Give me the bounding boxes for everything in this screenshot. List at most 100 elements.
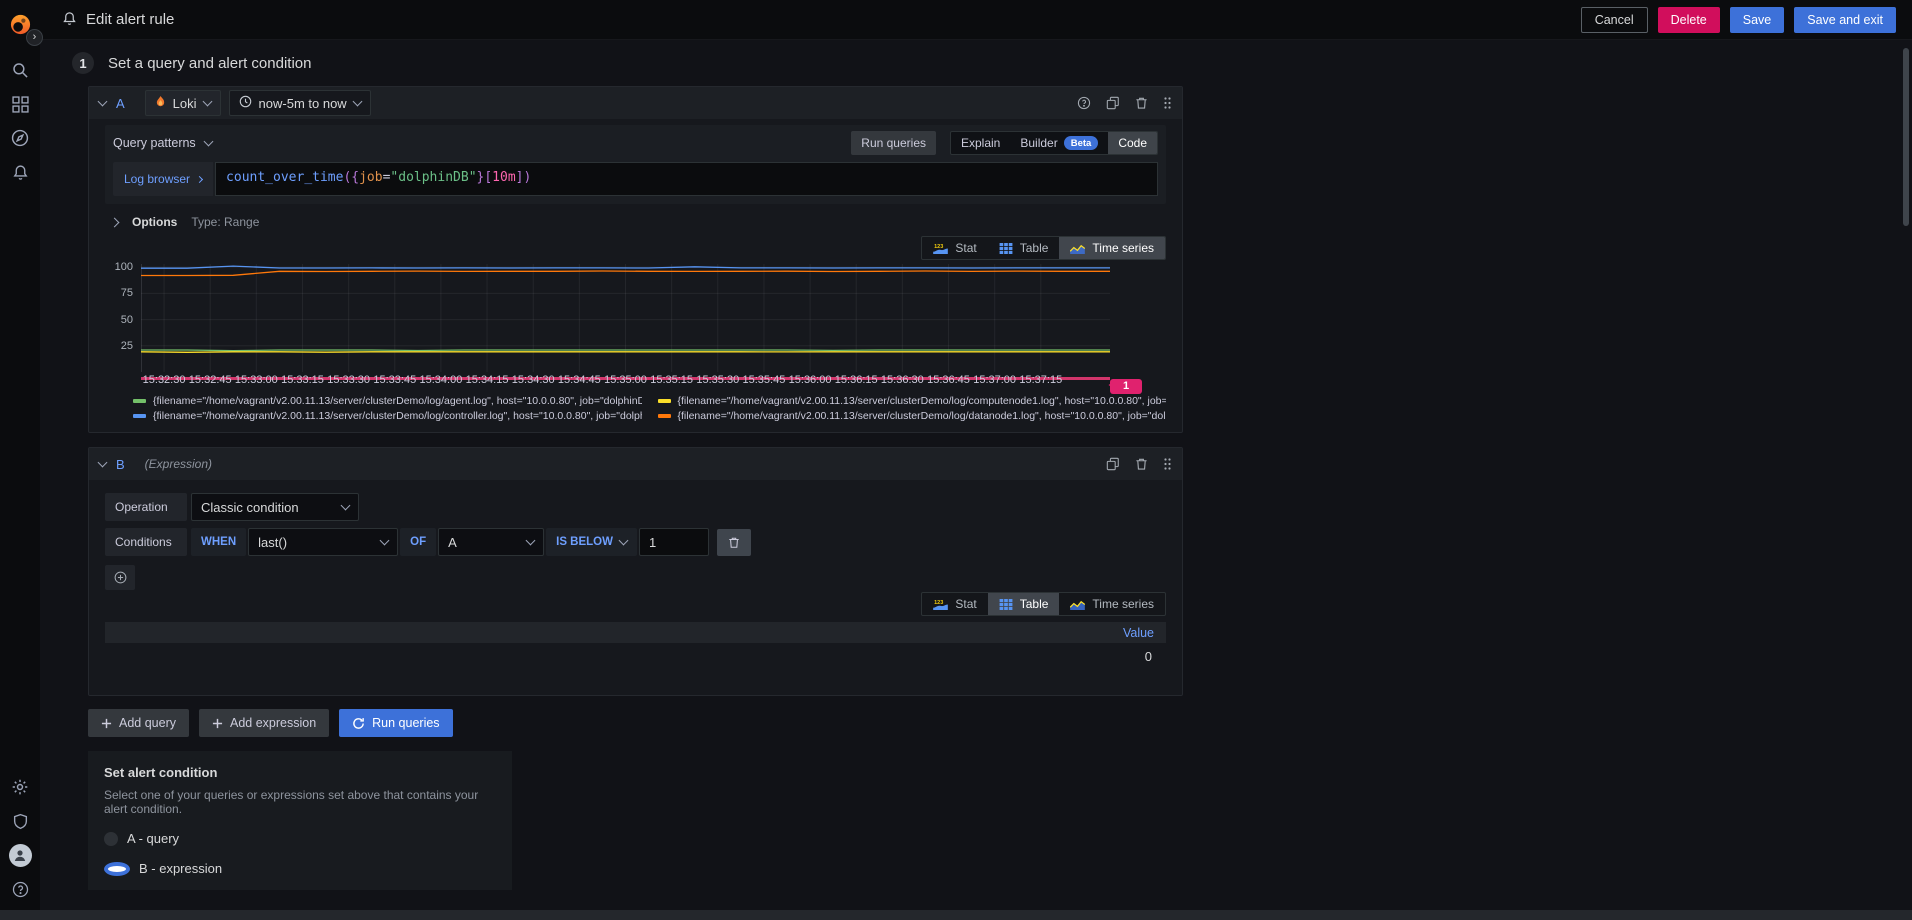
query-a-header: A Loki now-5m to now — [89, 87, 1182, 119]
editor-mode-explain[interactable]: Explain — [951, 132, 1010, 154]
x-axis-tick: 15:33:45 — [373, 374, 417, 386]
query-patterns-dropdown[interactable]: Query patterns — [113, 136, 214, 150]
sidebar-expand-button[interactable]: › — [26, 29, 43, 46]
topbar: Edit alert rule Cancel Delete Save Save … — [40, 0, 1912, 40]
view-stat-button[interactable]: 123 Stat — [922, 237, 987, 259]
radio-selected-icon[interactable] — [104, 861, 130, 876]
radio-unselected-icon[interactable] — [104, 831, 118, 846]
remove-condition-button[interactable] — [717, 528, 751, 556]
query-expression[interactable]: count_over_time({job="dolphinDB"}[10m]) — [215, 162, 1158, 196]
y-axis: 25 50 75 100 — [105, 261, 141, 372]
collapse-icon[interactable] — [97, 457, 108, 467]
editor-mode-switch: Explain Builder Beta Code — [950, 131, 1158, 155]
code-label: Code — [1118, 136, 1147, 150]
view-label: Stat — [955, 597, 977, 611]
reducer-value: last() — [258, 534, 288, 550]
shield-icon[interactable] — [0, 804, 40, 838]
view-label: Time series — [1092, 597, 1154, 611]
editor-mode-builder[interactable]: Builder Beta — [1010, 132, 1108, 154]
when-keyword: WHEN — [191, 528, 247, 556]
alerting-icon[interactable] — [0, 155, 40, 189]
x-axis-tick: 15:35:00 — [604, 374, 647, 386]
set-alert-condition-card: Set alert condition Select one of your q… — [88, 751, 512, 890]
scrollbar[interactable] — [1903, 48, 1909, 226]
cancel-button[interactable]: Cancel — [1580, 6, 1648, 33]
value-column-header[interactable]: Value — [1123, 626, 1154, 640]
legend-item[interactable]: {filename="/home/vagrant/v2.00.11.13/ser… — [657, 410, 1166, 422]
query-options-row[interactable]: Options Type: Range — [105, 210, 1166, 234]
duplicate-icon[interactable] — [1106, 457, 1120, 471]
explore-icon[interactable] — [0, 121, 40, 155]
operation-value: Classic condition — [201, 499, 299, 515]
settings-icon[interactable] — [0, 770, 40, 804]
legend-item[interactable]: {filename="/home/vagrant/v2.00.11.13/ser… — [133, 410, 642, 422]
x-axis-tick: 15:33:30 — [327, 374, 371, 386]
annotation-count-badge[interactable]: 1 — [1110, 379, 1142, 394]
alert-condition-option[interactable]: B - expression — [104, 861, 496, 876]
options-label: Options — [132, 215, 178, 229]
legend-swatch — [657, 399, 671, 403]
duplicate-icon[interactable] — [1106, 96, 1120, 110]
datasource-picker[interactable]: Loki — [144, 90, 221, 116]
view-time-series-button[interactable]: Time series — [1059, 593, 1165, 615]
log-browser-button[interactable]: Log browser — [113, 162, 214, 196]
drag-handle-icon[interactable] — [1163, 96, 1172, 110]
trash-icon[interactable] — [1135, 457, 1148, 471]
add-query-button[interactable]: Add query — [88, 709, 189, 737]
chevron-down-icon — [340, 500, 351, 510]
view-stat-button[interactable]: 123 Stat — [922, 593, 987, 615]
add-condition-button[interactable] — [105, 565, 135, 590]
query-editor: Query patterns Run queries Explain Build… — [105, 125, 1166, 204]
run-queries-small-button[interactable]: Run queries — [851, 131, 936, 155]
legend-label: {filename="/home/vagrant/v2.00.11.13/ser… — [153, 410, 642, 422]
add-expression-label: Add expression — [229, 716, 317, 730]
x-axis-tick: 15:36:15 — [834, 374, 878, 386]
section-1-title: Set a query and alert condition — [108, 54, 312, 72]
run-queries-button[interactable]: Run queries — [339, 709, 453, 737]
view-label: Table — [1019, 241, 1049, 255]
panel-a-chart: 25 50 75 100 1 15:32:30 15:32:45 15:33:00 15:3… — [105, 261, 1167, 422]
expression-kind: (Expression) — [144, 457, 213, 471]
save-and-exit-button[interactable]: Save and exit — [1794, 6, 1896, 33]
view-table-button[interactable]: Table — [988, 237, 1060, 259]
page-title: Edit alert rule — [86, 11, 175, 28]
comparator-select[interactable]: IS BELOW — [546, 528, 637, 556]
view-time-series-button[interactable]: Time series — [1059, 237, 1165, 259]
card-title: Set alert condition — [104, 765, 218, 780]
search-icon[interactable] — [0, 53, 40, 87]
operation-select[interactable]: Classic condition — [191, 493, 359, 521]
view-table-button[interactable]: Table — [987, 593, 1060, 615]
main-content: 1 Set a query and alert condition A Loki — [40, 40, 1912, 920]
help-circle-icon[interactable] — [1077, 96, 1091, 110]
comparator-value: IS BELOW — [556, 536, 613, 548]
chevron-down-icon — [352, 96, 363, 106]
editor-mode-code[interactable]: Code — [1108, 132, 1157, 154]
trash-icon[interactable] — [1135, 96, 1148, 110]
query-ref-select[interactable]: A — [438, 528, 545, 556]
reducer-select[interactable]: last() — [248, 528, 399, 556]
query-token: { — [351, 170, 360, 185]
plus-circle-icon — [114, 571, 126, 584]
time-range-picker[interactable]: now-5m to now — [228, 90, 371, 116]
clock-icon — [239, 95, 252, 111]
add-expression-button[interactable]: Add expression — [198, 709, 330, 737]
threshold-input[interactable] — [639, 528, 709, 556]
avatar[interactable] — [0, 838, 40, 872]
x-axis-tick: 15:37:00 — [973, 374, 1017, 386]
plot-area — [141, 264, 1110, 372]
legend-item[interactable]: {filename="/home/vagrant/v2.00.11.13/ser… — [133, 395, 642, 407]
expression-b-header: B (Expression) — [89, 448, 1182, 480]
drag-handle-icon[interactable] — [1163, 457, 1172, 471]
dashboards-icon[interactable] — [0, 87, 40, 121]
help-icon[interactable] — [0, 872, 40, 906]
x-axis-tick: 15:35:45 — [742, 374, 786, 386]
legend-label: {filename="/home/vagrant/v2.00.11.13/ser… — [677, 395, 1167, 407]
result-value: 0 — [1144, 648, 1152, 664]
save-button[interactable]: Save — [1729, 6, 1785, 33]
query-actions: Add query Add expression Run queries — [88, 709, 1912, 737]
alert-condition-option[interactable]: A - query — [104, 831, 496, 846]
section-1-header: 1 Set a query and alert condition — [72, 52, 1912, 74]
delete-button[interactable]: Delete — [1657, 6, 1720, 33]
legend-item[interactable]: {filename="/home/vagrant/v2.00.11.13/ser… — [657, 395, 1167, 407]
collapse-icon[interactable] — [97, 96, 108, 106]
